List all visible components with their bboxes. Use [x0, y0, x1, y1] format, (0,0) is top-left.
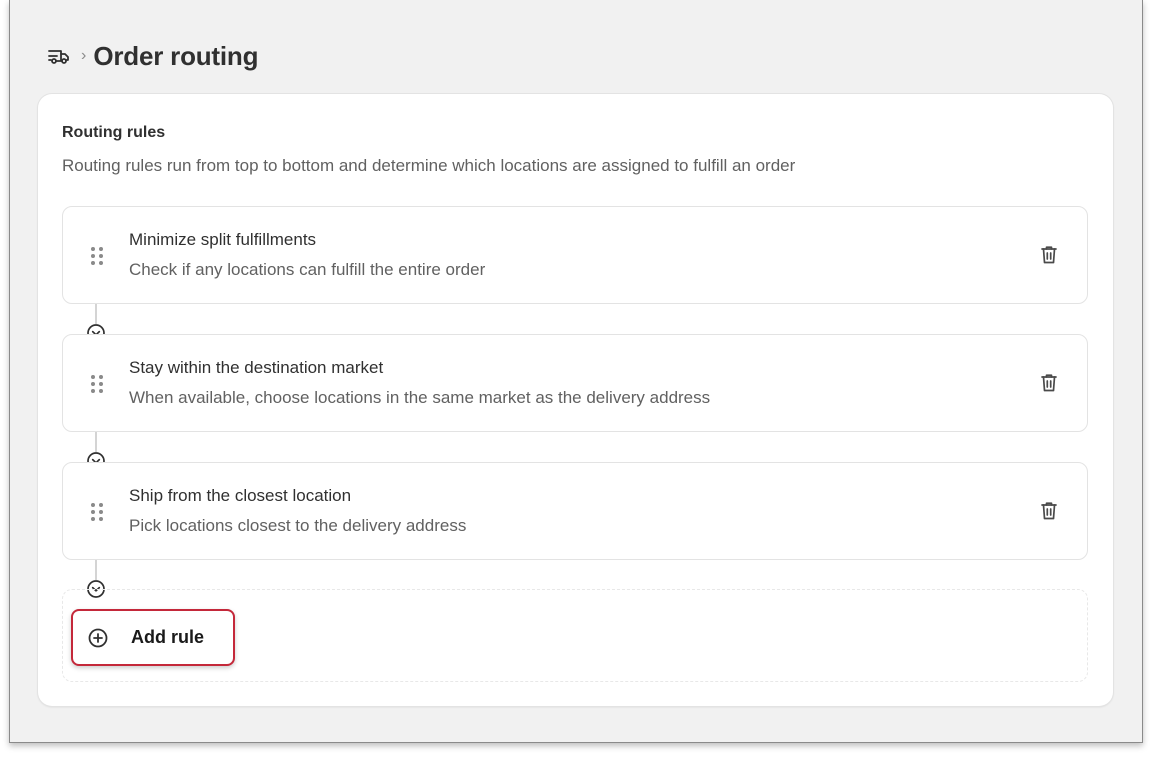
card-title: Routing rules — [62, 124, 166, 141]
rule-description: When available, choose locations in the … — [129, 388, 711, 407]
add-rule-label: Add rule — [131, 627, 205, 647]
page-header: › Order routing — [47, 40, 258, 72]
page-title: Order routing — [93, 40, 259, 71]
drag-handle-icon[interactable] — [91, 375, 103, 393]
trash-icon[interactable] — [1039, 244, 1059, 266]
add-rule-button[interactable]: Add rule — [71, 609, 235, 666]
rule-connector-line — [95, 432, 97, 452]
rule-title: Stay within the destination market — [129, 358, 384, 377]
routing-rules-card: Routing rules Routing rules run from top… — [38, 94, 1113, 706]
trash-icon[interactable] — [1039, 500, 1059, 522]
rule-description: Pick locations closest to the delivery a… — [129, 516, 467, 535]
rule-connector-line — [95, 560, 97, 580]
rule-connector-line — [95, 304, 97, 324]
rule-description: Check if any locations can fulfill the e… — [129, 260, 486, 279]
rule-item-minimize-split[interactable]: Minimize split fulfillments Check if any… — [62, 206, 1088, 304]
breadcrumb-separator: › — [81, 47, 87, 64]
plus-circle-icon — [87, 627, 109, 649]
rule-title: Minimize split fulfillments — [129, 230, 317, 249]
rule-item-closest-location[interactable]: Ship from the closest location Pick loca… — [62, 462, 1088, 560]
card-subtitle: Routing rules run from top to bottom and… — [62, 156, 796, 175]
rule-title: Ship from the closest location — [129, 486, 352, 505]
drag-handle-icon[interactable] — [91, 247, 103, 265]
trash-icon[interactable] — [1039, 372, 1059, 394]
shipping-truck-icon[interactable] — [47, 46, 71, 66]
rule-item-destination-market[interactable]: Stay within the destination market When … — [62, 334, 1088, 432]
app-window: › Order routing Routing rules Routing ru… — [9, 0, 1143, 743]
drag-handle-icon[interactable] — [91, 503, 103, 521]
